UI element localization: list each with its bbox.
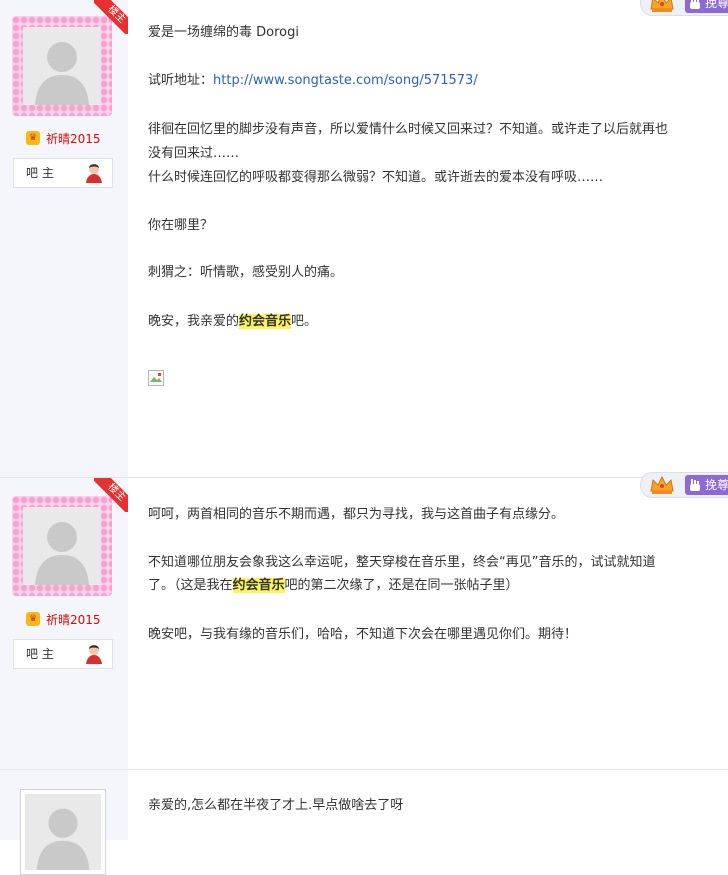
- boost-label: 挽尊: [705, 0, 728, 10]
- post-line: 刺猬之：听情歌，感受别人的痛。: [148, 265, 344, 280]
- post-line: 爱是一场缠绵的毒 Dorogi: [148, 25, 299, 40]
- role-badge-label: 吧 主: [26, 166, 54, 180]
- text-segment: 了。（这是我在: [148, 578, 233, 593]
- post-line: 亲爱的,怎么都在半夜了才上.早点做啥去了呀: [148, 798, 404, 813]
- thread-starter-ribbon: 楼主: [94, 478, 128, 512]
- text-segment: 吧。: [291, 314, 318, 329]
- admin-person-icon: [86, 164, 102, 183]
- post-line: 晚安，我亲爱的约会音乐吧。: [148, 310, 317, 333]
- thread-starter-ribbon: 楼主: [94, 0, 128, 34]
- post-line: 试听地址：http://www.songtaste.com/song/57157…: [148, 69, 478, 92]
- role-badge[interactable]: 吧 主: [13, 158, 113, 188]
- post-toolbar: 挽尊: [640, 472, 728, 498]
- crown-icon[interactable]: [649, 0, 675, 13]
- default-avatar-icon: [23, 27, 101, 105]
- author-sidebar: [0, 770, 128, 875]
- post-line: 没有回来过……: [148, 146, 240, 161]
- post-line: 了。（这是我在约会音乐吧的第二次缘了，还是在同一张帖子里）: [148, 574, 519, 597]
- admin-person-icon: [86, 645, 102, 664]
- post-line: 什么时候连回忆的呼吸都变得那么微弱？不知道。或许逝去的爱本没有呼吸……: [148, 170, 604, 185]
- post-toolbar: 挽尊: [640, 0, 728, 16]
- level-badge-icon: ♛: [26, 131, 40, 145]
- role-badge-label: 吧 主: [26, 647, 54, 661]
- username-link[interactable]: 祈晴2015: [46, 611, 101, 629]
- avatar[interactable]: [20, 789, 106, 875]
- text-segment: 晚安，我亲爱的: [148, 314, 240, 329]
- crown-icon[interactable]: [649, 475, 675, 495]
- default-avatar-icon: [23, 507, 101, 585]
- boost-button[interactable]: 挽尊: [685, 475, 728, 495]
- broken-image-icon: [148, 370, 164, 386]
- post-line: 徘徊在回忆里的脚步没有声音，所以爱情什么时候又回来过？不知道。或许走了以后就再也: [148, 122, 669, 137]
- default-avatar-icon: [25, 794, 101, 870]
- ribbon-label: 楼主: [94, 478, 128, 512]
- listen-label: 试听地址：: [148, 73, 214, 88]
- text-segment: 吧的第二次缘了，还是在同一张帖子里）: [284, 578, 519, 593]
- post-3: 亲爱的,怎么都在半夜了才上.早点做啥去了呀: [0, 770, 728, 875]
- boost-label: 挽尊: [705, 478, 728, 492]
- forum-keyword-link[interactable]: 约会音乐: [232, 578, 285, 593]
- post-2: 楼主 ♛ 祈晴2015 吧 主 挽尊 呵呵，两首相同的音乐不期而遇，都只为寻找，…: [0, 472, 728, 769]
- author-sidebar: 楼主 ♛ 祈晴2015 吧 主: [0, 0, 128, 477]
- role-badge[interactable]: 吧 主: [13, 639, 113, 669]
- song-link[interactable]: http://www.songtaste.com/song/571573/: [213, 73, 478, 88]
- post-1: 楼主 ♛ 祈晴2015 吧 主 挽尊 爱是一场缠绵的毒 Dorogi 试听地址：…: [0, 0, 728, 477]
- post-line: 不知道哪位朋友会象我这么幸运呢，整天穿梭在音乐里，终会“再见”音乐的，试试就知道: [148, 555, 656, 570]
- post-line: 你在哪里？: [148, 218, 214, 233]
- thumb-hand-icon: [690, 0, 700, 9]
- post-line: 晚安吧，与我有缘的音乐们，哈哈，不知道下次会在哪里遇见你们。期待！: [148, 627, 578, 642]
- level-badge-icon: ♛: [26, 612, 40, 626]
- thumb-hand-icon: [690, 479, 700, 491]
- post-line: 呵呵，两首相同的音乐不期而遇，都只为寻找，我与这首曲子有点缘分。: [148, 507, 565, 522]
- author-sidebar: 楼主 ♛ 祈晴2015 吧 主: [0, 478, 128, 769]
- boost-button[interactable]: 挽尊: [685, 0, 728, 13]
- username-link[interactable]: 祈晴2015: [46, 130, 101, 148]
- ribbon-label: 楼主: [94, 0, 128, 34]
- forum-keyword-link[interactable]: 约会音乐: [239, 314, 292, 329]
